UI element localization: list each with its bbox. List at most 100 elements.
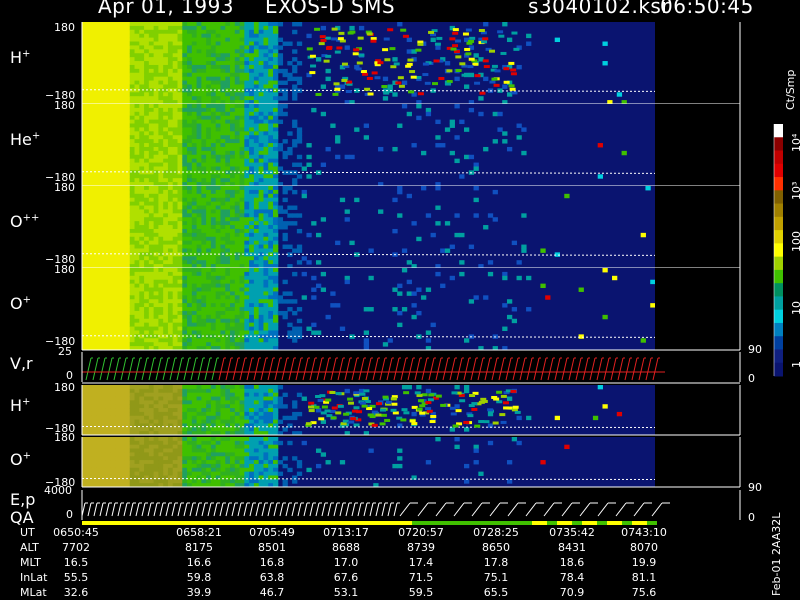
colorbar-tick-10000: 10⁴	[790, 133, 800, 152]
colorbar-swatch	[774, 177, 783, 191]
footer-alt-value: 8431	[558, 541, 586, 554]
footer-inlat-value: 78.4	[559, 571, 585, 584]
footer-label-ut: UT	[20, 526, 35, 539]
colorbar-swatch	[774, 322, 783, 337]
footer-alt-value: 8688	[332, 541, 360, 554]
tick-ep-bottom: 0	[66, 508, 73, 521]
footer-ut-value: 0713:17	[323, 526, 369, 539]
footer-mlt-value: 16.5	[63, 556, 89, 569]
colorbar-swatch	[774, 190, 783, 205]
colorbar-unit: Ct/Smp	[784, 69, 797, 110]
footer-ut-value: 0743:10	[621, 526, 667, 539]
footer-ut-value: 0705:49	[249, 526, 295, 539]
footer-inlat-value: 55.5	[63, 571, 89, 584]
footer-alt-value: 8501	[258, 541, 286, 554]
footer-mlat-value: 65.5	[483, 586, 509, 599]
colorbar-swatch	[774, 203, 783, 218]
footer-label-mlt: MLT	[20, 556, 41, 569]
panel-label-ep: E,p	[10, 490, 36, 509]
colorbar-swatch	[774, 124, 783, 138]
footer-ut-value: 0720:57	[398, 526, 444, 539]
tick-p3-top: 180	[54, 181, 75, 194]
spectrogram-canvas	[81, 22, 783, 525]
footer-inlat-value: 75.1	[483, 571, 509, 584]
colorbar-tick-1: 1	[790, 361, 800, 368]
colorbar-tick-100: 100	[790, 231, 800, 252]
footer-mlt-value: 16.6	[186, 556, 212, 569]
colorbar-swatch	[774, 230, 783, 244]
footer-ut-value: 0728:25	[473, 526, 519, 539]
panel-label-heplus: He+	[10, 130, 41, 149]
colorbar-swatch	[774, 296, 783, 311]
footer-alt-value: 7702	[62, 541, 90, 554]
colorbar-swatch	[774, 137, 783, 152]
footer-mlat-value: 53.1	[333, 586, 359, 599]
footer-ut-value: 0658:21	[176, 526, 222, 539]
tick-p2-top: 180	[54, 99, 75, 112]
footer-ut-value: 0650:45	[53, 526, 99, 539]
footer-mlt-value: 17.8	[483, 556, 509, 569]
colorbar-swatch	[774, 283, 783, 297]
tick-p7-top: 180	[54, 431, 75, 444]
footer-inlat-value: 81.1	[631, 571, 657, 584]
rtick-vr-top: 90	[748, 343, 762, 356]
panel-label-oplus: O+	[10, 294, 31, 313]
tick-vr-top: 25	[58, 345, 72, 358]
footer-label-inlat: InLat	[20, 571, 48, 584]
footer-alt-value: 8650	[482, 541, 510, 554]
footer-alt-value: 8739	[407, 541, 435, 554]
ep-panel	[82, 490, 655, 520]
panel-label-oplus-lower: O+	[10, 450, 31, 469]
footer-label-alt: ALT	[20, 541, 39, 554]
footer-alt-value: 8175	[185, 541, 213, 554]
footer-mlat-value: 46.7	[259, 586, 285, 599]
footer-inlat-value: 59.8	[186, 571, 212, 584]
colorbar-tick-10: 10	[790, 301, 800, 315]
colorbar-swatch	[774, 243, 783, 258]
colorbar-swatch	[774, 362, 783, 377]
footer-alt-value: 8070	[630, 541, 658, 554]
panel-label-vr: V,r	[10, 354, 33, 373]
sms-spectrogram-screen: Apr 01, 1993 EXOS-D SMS s3040102.ksr 06:…	[0, 0, 800, 600]
tick-ep-top: 4000	[44, 484, 72, 497]
colorbar-swatch	[774, 336, 783, 350]
footer-mlt-value: 17.4	[408, 556, 434, 569]
tick-p6-top: 180	[54, 381, 75, 394]
rtick-ep-top: 90	[748, 481, 762, 494]
colorbar-swatch	[774, 163, 783, 178]
footer-inlat-value: 63.8	[259, 571, 285, 584]
footer-mlt-value: 16.8	[259, 556, 285, 569]
footer-mlt-value: 18.6	[559, 556, 585, 569]
rtick-vr-bottom: 0	[748, 372, 755, 385]
panel-label-hplus-lower: H+	[10, 396, 31, 415]
panel-label-qa: QA	[10, 508, 34, 527]
colorbar-swatch	[774, 216, 783, 231]
footer-mlat-value: 70.9	[559, 586, 585, 599]
rtick-ep-bottom: 0	[748, 511, 755, 524]
side-note: Feb-01 2AA32L	[770, 512, 783, 596]
footer-ut-value: 0735:42	[549, 526, 595, 539]
colorbar-swatch	[774, 256, 783, 271]
footer-mlat-value: 75.6	[631, 586, 657, 599]
footer-mlat-value: 59.5	[408, 586, 434, 599]
tick-p4-top: 180	[54, 263, 75, 276]
colorbar-swatch	[774, 349, 783, 364]
footer-inlat-value: 71.5	[408, 571, 434, 584]
colorbar-swatch	[774, 269, 783, 284]
tick-p1-top: 180	[54, 21, 75, 34]
footer-inlat-value: 67.6	[333, 571, 359, 584]
colorbar-swatch	[774, 150, 783, 165]
footer-mlat-value: 39.9	[186, 586, 212, 599]
header-time: 06:50:45	[660, 0, 754, 18]
footer-label-mlat: MLat	[20, 586, 47, 599]
footer-mlat-value: 32.6	[63, 586, 89, 599]
panel-label-oplusplus: O++	[10, 212, 40, 231]
footer-mlt-value: 19.9	[631, 556, 657, 569]
header-file: s3040102.ksr	[528, 0, 671, 18]
colorbar-swatch	[774, 309, 783, 324]
footer-mlt-value: 17.0	[333, 556, 359, 569]
colorbar-tick-1000: 10³	[790, 181, 800, 200]
header-instrument: EXOS-D SMS	[265, 0, 396, 18]
panel-label-hplus: H+	[10, 48, 31, 67]
header-date: Apr 01, 1993	[98, 0, 235, 18]
